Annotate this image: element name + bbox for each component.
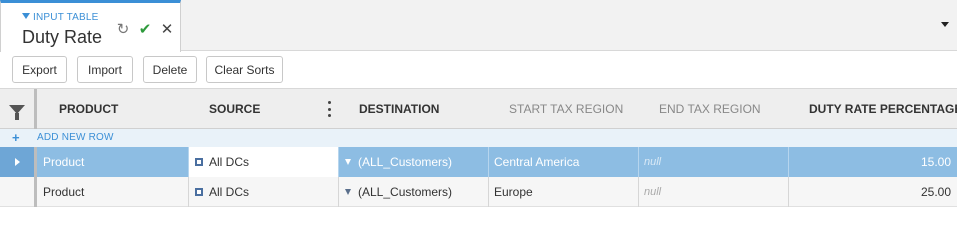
column-header-product[interactable]: PRODUCT bbox=[59, 89, 118, 129]
grid-header: PRODUCT SOURCE DESTINATION START TAX REG… bbox=[0, 88, 957, 129]
refresh-icon[interactable]: ↻ bbox=[115, 21, 131, 38]
check-icon[interactable]: ✔ bbox=[137, 21, 153, 38]
chevron-down-icon[interactable] bbox=[941, 22, 949, 27]
cell-destination[interactable]: (ALL_Customers) bbox=[339, 147, 489, 177]
tab-actions: ↻ ✔ ✕ bbox=[115, 21, 175, 38]
delete-button[interactable]: Delete bbox=[143, 56, 197, 83]
funnel-icon bbox=[345, 159, 351, 165]
tab-subtitle[interactable]: INPUT TABLE bbox=[22, 12, 99, 23]
row-header[interactable] bbox=[0, 177, 37, 207]
column-header-start-tax-region[interactable]: START TAX REGION bbox=[509, 89, 623, 129]
tab-strip: INPUT TABLE Duty Rate ↻ ✔ ✕ bbox=[0, 0, 957, 52]
column-header-end-tax-region[interactable]: END TAX REGION bbox=[659, 89, 761, 129]
cell-destination-text: (ALL_Customers) bbox=[358, 185, 453, 199]
cell-end-tax-region[interactable]: null bbox=[639, 177, 789, 207]
row-arrow-icon bbox=[14, 158, 20, 166]
close-icon[interactable]: ✕ bbox=[159, 21, 175, 38]
plus-icon: + bbox=[12, 130, 20, 145]
funnel-icon bbox=[345, 189, 351, 195]
cell-destination-text: (ALL_Customers) bbox=[358, 155, 453, 169]
table-row[interactable]: Product All DCs (ALL_Customers) Europe n… bbox=[0, 177, 957, 207]
add-new-row[interactable]: + ADD NEW ROW bbox=[0, 129, 957, 147]
cell-destination[interactable]: (ALL_Customers) bbox=[339, 177, 489, 207]
cell-start-tax-region[interactable]: Central America bbox=[489, 147, 639, 177]
dropdown-triangle-icon bbox=[22, 13, 30, 19]
null-value: null bbox=[644, 186, 662, 198]
square-icon bbox=[195, 158, 203, 166]
cell-duty-rate-percentage[interactable]: 25.00 bbox=[789, 177, 957, 207]
cell-source-text: All DCs bbox=[209, 185, 250, 199]
filter-toggle[interactable] bbox=[0, 89, 37, 129]
export-button[interactable]: Export bbox=[12, 56, 67, 83]
cell-product[interactable]: Product bbox=[37, 147, 189, 177]
import-button[interactable]: Import bbox=[77, 56, 133, 83]
column-header-source[interactable]: SOURCE bbox=[209, 89, 260, 129]
tab-title: Duty Rate bbox=[22, 27, 103, 47]
cell-source[interactable]: All DCs bbox=[189, 147, 339, 177]
data-grid: PRODUCT SOURCE DESTINATION START TAX REG… bbox=[0, 88, 957, 210]
add-new-row-label: ADD NEW ROW bbox=[37, 132, 114, 143]
clear-sorts-button[interactable]: Clear Sorts bbox=[206, 56, 283, 83]
column-header-destination[interactable]: DESTINATION bbox=[359, 89, 439, 129]
cell-source-text: All DCs bbox=[209, 155, 250, 169]
tab-duty-rate[interactable]: INPUT TABLE Duty Rate ↻ ✔ ✕ bbox=[0, 0, 181, 52]
column-header-duty-rate-percentage[interactable]: DUTY RATE PERCENTAGE bbox=[809, 89, 957, 129]
filter-icon bbox=[9, 104, 25, 120]
square-icon bbox=[195, 188, 203, 196]
toolbar: Export Import Delete Clear Sorts bbox=[0, 52, 957, 88]
table-row[interactable]: Product All DCs (ALL_Customers) Central … bbox=[0, 147, 957, 177]
cell-end-tax-region[interactable]: null bbox=[639, 147, 789, 177]
cell-source[interactable]: All DCs bbox=[189, 177, 339, 207]
cell-product[interactable]: Product bbox=[37, 177, 189, 207]
cell-start-tax-region[interactable]: Europe bbox=[489, 177, 639, 207]
null-value: null bbox=[644, 156, 662, 168]
row-header[interactable] bbox=[0, 147, 37, 177]
kebab-menu-icon[interactable] bbox=[325, 101, 333, 117]
tab-subtitle-label: INPUT TABLE bbox=[33, 12, 99, 23]
cell-duty-rate-percentage[interactable]: 15.00 bbox=[789, 147, 957, 177]
